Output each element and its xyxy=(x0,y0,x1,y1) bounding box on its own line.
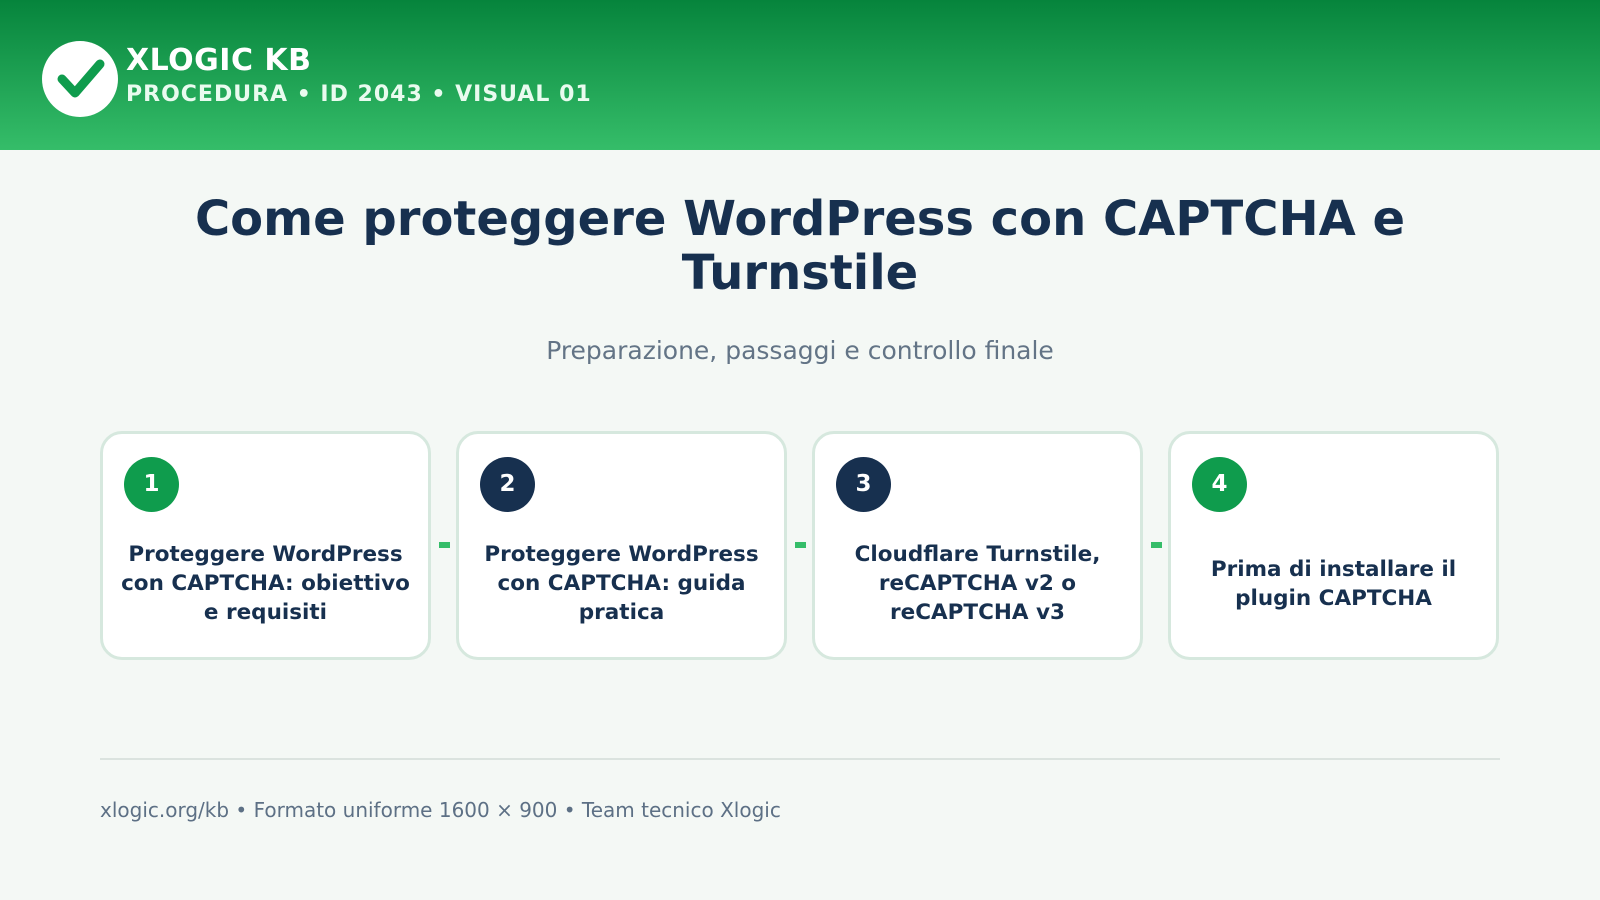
step-number-badge: 4 xyxy=(1192,457,1247,512)
step-number-badge: 3 xyxy=(836,457,891,512)
step-number-badge: 2 xyxy=(480,457,535,512)
steps-diagram: 1 Proteggere WordPress con CAPTCHA: obie… xyxy=(0,0,1600,900)
step-card-4: 4 Prima di installare il plugin CAPTCHA xyxy=(1168,431,1499,660)
step-text: Proteggere WordPress con CAPTCHA: obiett… xyxy=(121,542,410,625)
step-connector xyxy=(439,542,450,548)
footer-divider xyxy=(100,758,1500,760)
footer-text: xlogic.org/kb • Formato uniforme 1600 × … xyxy=(100,798,781,822)
step-text: Cloudflare Turnstile, reCAPTCHA v2 o reC… xyxy=(854,542,1101,625)
step-number-badge: 1 xyxy=(124,457,179,512)
step-card-3: 3 Cloudflare Turnstile, reCAPTCHA v2 o r… xyxy=(812,431,1143,660)
step-text: Proteggere WordPress con CAPTCHA: guida … xyxy=(484,542,759,625)
step-text: Prima di installare il plugin CAPTCHA xyxy=(1210,556,1457,611)
step-connector xyxy=(795,542,806,548)
step-card-1: 1 Proteggere WordPress con CAPTCHA: obie… xyxy=(100,431,431,660)
step-connector xyxy=(1151,542,1162,548)
step-card-2: 2 Proteggere WordPress con CAPTCHA: guid… xyxy=(456,431,787,660)
